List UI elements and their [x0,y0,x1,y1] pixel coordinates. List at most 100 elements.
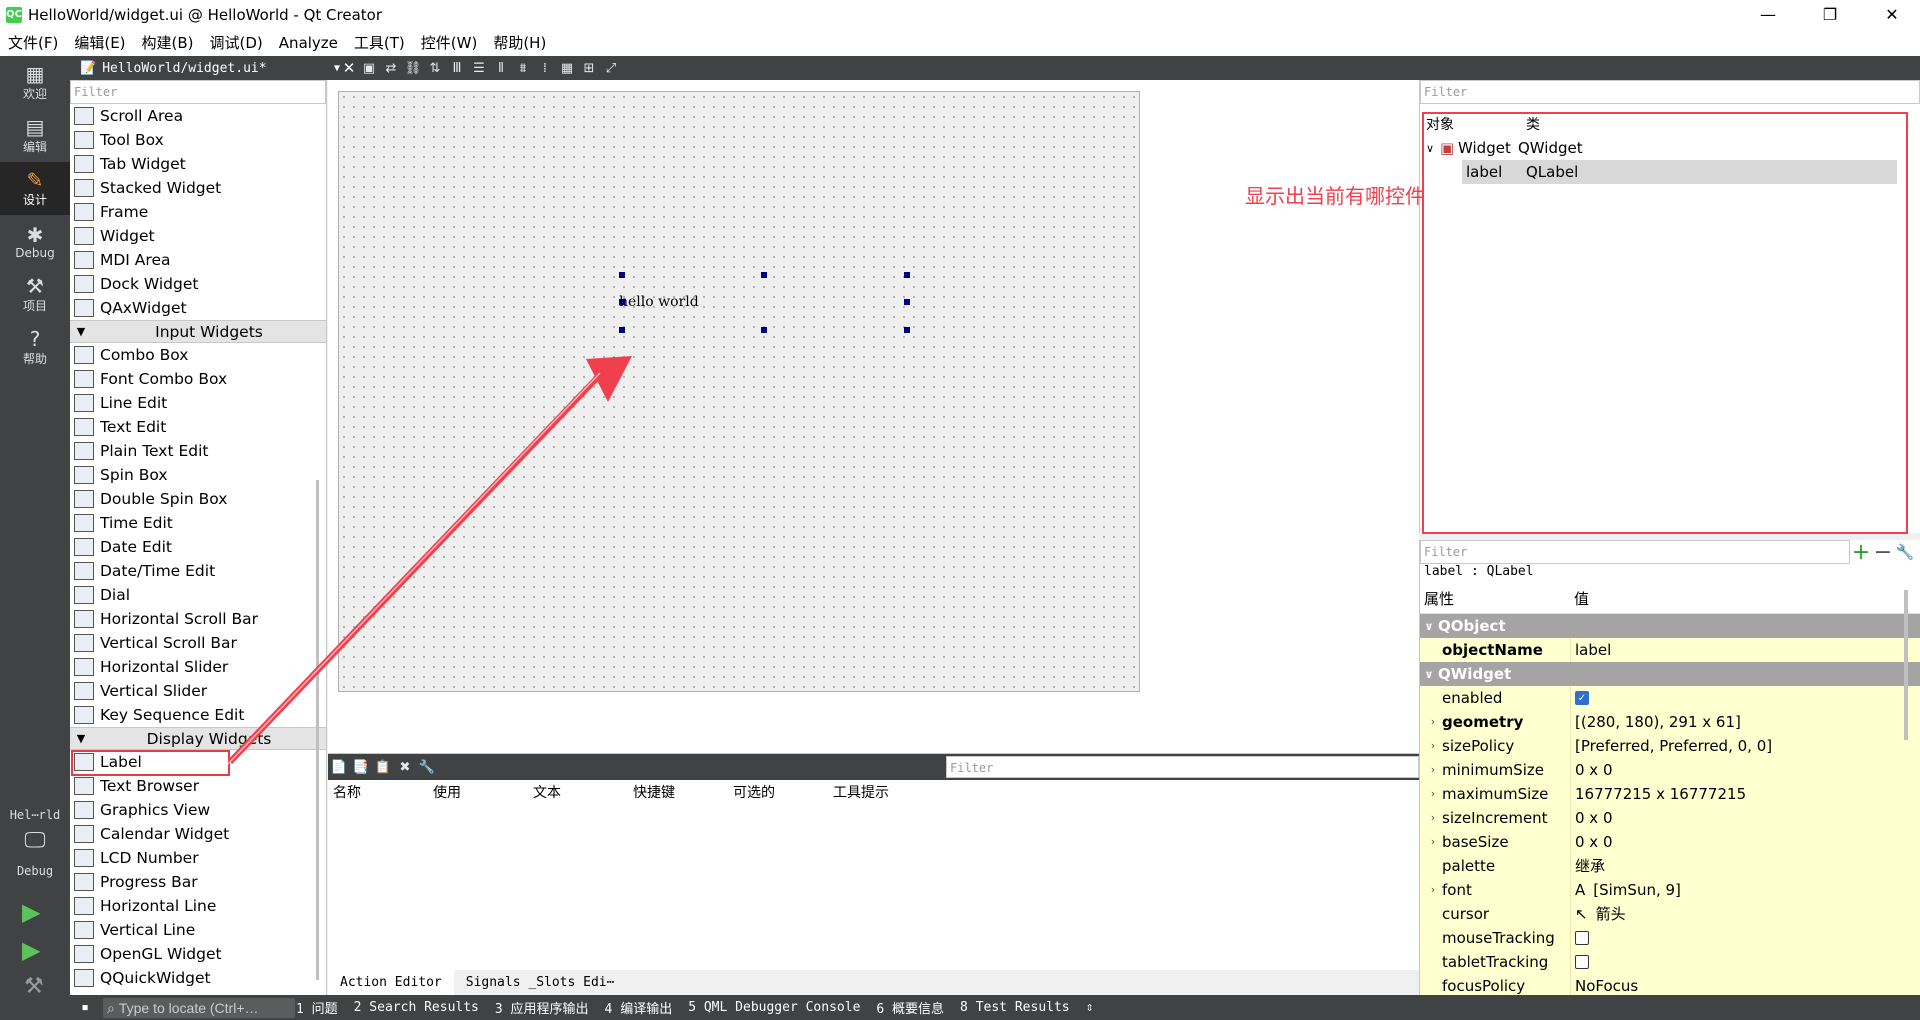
output-pane-button[interactable]: 1 问题 [296,998,338,1017]
widget-item-horizontal-line[interactable]: Horizontal Line [70,894,326,918]
layout-horizontal-splitter-icon[interactable]: ⫴ [490,58,512,78]
menu-build[interactable]: 构建(B) [134,32,202,53]
output-pane-button[interactable]: 8 Test Results [960,1000,1070,1015]
widget-item-vertical-line[interactable]: Vertical Line [70,918,326,942]
property-value-cell[interactable]: A [SimSun, 9] [1570,877,1920,902]
property-row-minimumsize[interactable]: › minimumSize 0 x 0 [1420,757,1920,782]
widget-item-scroll-area[interactable]: Scroll Area [70,104,326,128]
property-value-cell[interactable] [1570,949,1920,974]
run-icon[interactable]: ▶ [22,898,40,926]
property-value-cell[interactable]: NoFocus [1570,973,1920,995]
property-scrollbar[interactable] [1904,590,1908,740]
output-pane-button[interactable]: 6 概要信息 [876,998,944,1017]
chevron-right-icon[interactable]: › [1424,715,1442,728]
property-row-mousetracking[interactable]: mouseTracking [1420,925,1920,950]
checkbox[interactable] [1575,954,1589,969]
widgetbox-filter-input[interactable]: Filter [70,80,326,104]
menu-analyze[interactable]: Analyze [271,34,346,52]
property-row-sizepolicy[interactable]: › sizePolicy [Preferred, Preferred, 0, 0] [1420,733,1920,758]
widget-item-text-edit[interactable]: Text Edit [70,415,326,439]
property-value-cell[interactable]: [(280, 180), 291 x 61] [1570,709,1920,734]
configure-icon[interactable]: 🔧 [416,757,438,777]
mode-projects[interactable]: ⚒ 项目 [0,268,70,321]
layout-form-icon[interactable]: ⁞ [534,58,556,78]
property-row-sizeincrement[interactable]: › sizeIncrement 0 x 0 [1420,805,1920,830]
output-pane-button[interactable]: 2 Search Results [354,1000,479,1015]
tab-action-editor[interactable]: Action Editor [328,970,454,995]
property-value-cell[interactable]: ✓ [1570,685,1920,710]
edit-tab-order-icon[interactable]: ⇅ [424,58,446,78]
break-layout-icon[interactable]: ⊞ [578,58,600,78]
widget-item-time-edit[interactable]: Time Edit [70,511,326,535]
mode-edit[interactable]: ▤ 编辑 [0,109,70,162]
property-row-geometry[interactable]: › geometry [(280, 180), 291 x 61] [1420,709,1920,734]
widget-item-date-time-edit[interactable]: Date/Time Edit [70,559,326,583]
minimize-button[interactable]: — [1740,0,1796,29]
category-input-widgets[interactable]: ▼ Input Widgets [70,320,326,343]
widget-item-tab-widget[interactable]: Tab Widget [70,152,326,176]
widgetbox-scrollbar[interactable] [316,480,319,980]
resize-handle[interactable] [761,327,767,333]
section-qwidget[interactable]: ∨ QWidget [1420,662,1920,686]
chevron-right-icon[interactable]: › [1424,763,1442,776]
property-row-basesize[interactable]: › baseSize 0 x 0 [1420,829,1920,854]
widget-item-dock-widget[interactable]: Dock Widget [70,272,326,296]
property-value-cell[interactable] [1570,925,1920,950]
chevron-right-icon[interactable]: › [1424,883,1442,896]
widget-item-spin-box[interactable]: Spin Box [70,463,326,487]
output-pane-button[interactable]: 5 QML Debugger Console [688,1000,860,1015]
form-canvas[interactable] [338,91,1140,692]
widget-item-font-combo-box[interactable]: Font Combo Box [70,367,326,391]
debug-run-icon[interactable]: ▶ [22,936,40,964]
widget-item-frame[interactable]: Frame [70,200,326,224]
property-value-cell[interactable]: 0 x 0 [1570,829,1920,854]
more-panes-icon[interactable]: ⇕ [1086,1000,1094,1015]
document-tab[interactable]: 📝 HelloWorld/widget.ui* ▼ [70,56,340,80]
widget-item-stacked-widget[interactable]: Stacked Widget [70,176,326,200]
property-filter-input[interactable]: Filter [1420,540,1850,564]
property-value-cell[interactable]: 16777215 x 16777215 [1570,781,1920,806]
configure-icon[interactable]: 🔧 [1894,543,1916,561]
property-row-tablettracking[interactable]: tabletTracking [1420,949,1920,974]
resize-handle[interactable] [619,272,625,278]
widget-item-horizontal-slider[interactable]: Horizontal Slider [70,655,326,679]
resize-handle[interactable] [904,299,910,305]
resize-handle[interactable] [761,272,767,278]
widget-item-tool-box[interactable]: Tool Box [70,128,326,152]
resize-handle[interactable] [904,327,910,333]
widget-item-qaxwidget[interactable]: QAxWidget [70,296,326,320]
close-window-button[interactable]: ✕ [1864,0,1920,29]
widget-item-line-edit[interactable]: Line Edit [70,391,326,415]
copy-action-icon[interactable]: 📑 [350,757,372,777]
chevron-right-icon[interactable]: › [1424,811,1442,824]
menu-tools[interactable]: 工具(T) [346,32,413,53]
edit-widgets-icon[interactable]: ▣ [358,58,380,78]
category-display-widgets[interactable]: ▼ Display Widgets [70,727,326,750]
menu-widgets[interactable]: 控件(W) [413,32,486,53]
widget-item-combo-box[interactable]: Combo Box [70,343,326,367]
chevron-right-icon[interactable]: › [1424,739,1442,752]
layout-vertical-splitter-icon[interactable]: ⩩ [512,58,534,78]
adjust-size-icon[interactable]: ⤢ [600,58,622,78]
widget-item-mdi-area[interactable]: MDI Area [70,248,326,272]
property-value-cell[interactable]: 继承 [1570,853,1920,878]
edit-signals-slots-icon[interactable]: ⇄ [380,58,402,78]
widget-item-dial[interactable]: Dial [70,583,326,607]
property-row-objectname[interactable]: objectName label [1420,637,1920,662]
widget-item-date-edit[interactable]: Date Edit [70,535,326,559]
checkbox[interactable] [1575,930,1589,945]
widget-item-lcd-number[interactable]: LCD Number [70,846,326,870]
widget-item-progress-bar[interactable]: Progress Bar [70,870,326,894]
chevron-right-icon[interactable]: › [1424,835,1442,848]
property-row-cursor[interactable]: cursor ↖ 箭头 [1420,901,1920,926]
property-value-cell[interactable]: ↖ 箭头 [1570,901,1920,926]
menu-edit[interactable]: 编辑(E) [66,32,133,53]
menu-help[interactable]: 帮助(H) [485,32,554,53]
widget-item-graphics-view[interactable]: Graphics View [70,798,326,822]
widget-item-key-sequence-edit[interactable]: Key Sequence Edit [70,703,326,727]
toggle-sidebar-icon[interactable]: ▪ [74,1000,96,1015]
action-filter-input[interactable]: Filter [946,756,1419,778]
widget-item-plain-text-edit[interactable]: Plain Text Edit [70,439,326,463]
chevron-right-icon[interactable]: › [1424,787,1442,800]
mode-welcome[interactable]: ▦ 欢迎 [0,56,70,109]
